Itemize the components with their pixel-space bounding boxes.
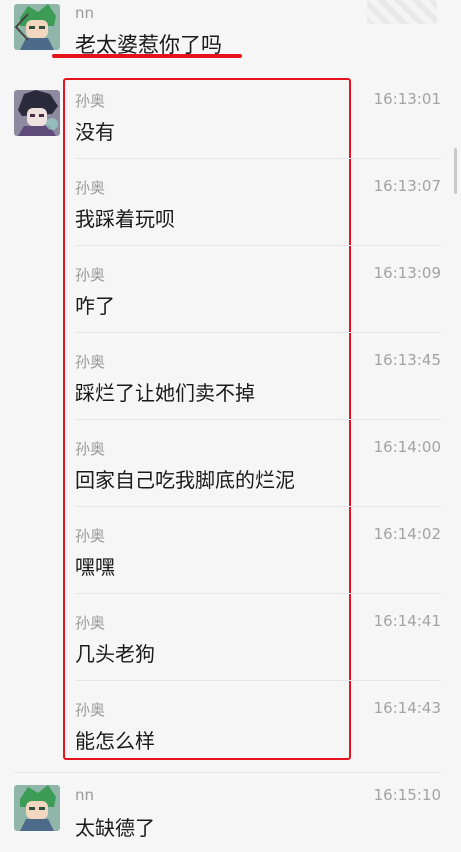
sender-name: 孙奥 [75, 614, 106, 632]
sender-name: 孙奥 [75, 527, 106, 545]
message-time: 16:13:07 [373, 177, 441, 195]
sender-name: nn [75, 4, 95, 22]
message-time: 16:13:45 [373, 351, 441, 369]
divider [75, 419, 441, 420]
message-text: 几头老狗 [75, 642, 155, 666]
message-text: 踩烂了让她们卖不掉 [75, 381, 255, 405]
sender-name: nn [75, 786, 95, 804]
sender-name: 孙奥 [75, 440, 106, 458]
sender-name: 孙奥 [75, 92, 106, 110]
back-chevron-icon[interactable] [10, 10, 36, 44]
divider [75, 593, 441, 594]
divider [75, 332, 441, 333]
message-time: 16:15:10 [373, 786, 441, 804]
divider [75, 245, 441, 246]
sender-name: 孙奥 [75, 179, 106, 197]
message-time: 16:14:02 [373, 525, 441, 543]
message-text: 咋了 [75, 294, 115, 318]
message-time: 16:14:43 [373, 699, 441, 717]
red-underline [52, 54, 242, 58]
message-text: 能怎么样 [75, 729, 155, 753]
message-text: 嘿嘿 [75, 555, 115, 579]
message-time: 16:13:01 [373, 90, 441, 108]
message-time: 16:14:00 [373, 438, 441, 456]
divider [75, 680, 441, 681]
message-text: 回家自己吃我脚底的烂泥 [75, 468, 295, 492]
avatar-sun-ao[interactable] [14, 90, 60, 136]
message-time: 16:14:41 [373, 612, 441, 630]
sender-name: 孙奥 [75, 701, 106, 719]
divider [14, 772, 441, 773]
scrollbar[interactable] [454, 148, 457, 194]
message-text: 没有 [75, 120, 115, 144]
divider [75, 158, 441, 159]
sender-name: 孙奥 [75, 353, 106, 371]
message-time: 16:13:09 [373, 264, 441, 282]
sender-name: 孙奥 [75, 266, 106, 284]
divider [75, 506, 441, 507]
message-text: 我踩着玩呗 [75, 207, 175, 231]
message-text: 太缺德了 [75, 816, 155, 840]
blurred-region [367, 0, 437, 24]
avatar-nn-bottom[interactable] [14, 785, 60, 831]
